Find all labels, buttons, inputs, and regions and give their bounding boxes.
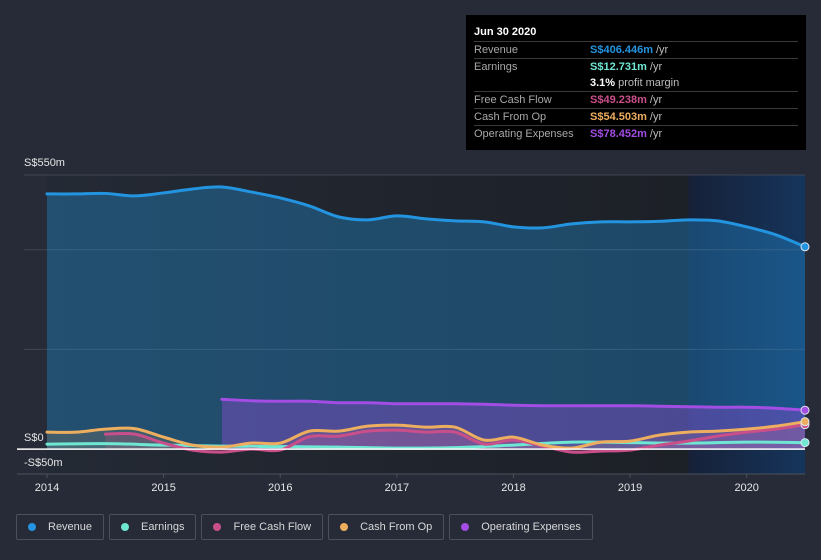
tooltip-row-label: Revenue (474, 44, 519, 56)
cash-from-op-end-point[interactable] (800, 417, 810, 427)
tooltip-date: Jun 30 2020 (474, 26, 537, 38)
tooltip-row-value: S$12.731m (590, 61, 647, 73)
legend-item-revenue[interactable]: Revenue (16, 514, 105, 540)
legend: Revenue Earnings Free Cash Flow Cash From O… (16, 514, 593, 540)
tooltip-row: Revenue S$406.446m/yr (474, 41, 798, 58)
legend-label: Free Cash Flow (233, 521, 312, 533)
legend-item-operating-expenses[interactable]: Operating Expenses (449, 514, 593, 540)
legend-item-free-cash-flow[interactable]: Free Cash Flow (201, 514, 324, 540)
tooltip-row-unit: /yr (656, 44, 669, 56)
tooltip-row-unit: /yr (649, 128, 663, 140)
tooltip-row: 3.1% profit margin (474, 75, 798, 91)
tooltip-row-value: S$49.238m (590, 94, 647, 106)
tooltip-row-value: S$54.503m (590, 111, 647, 123)
tooltip-row: Earnings S$12.731m/yr (474, 58, 798, 75)
x-tick-label-2018: 2018 (501, 482, 525, 494)
x-tick-label-2020: 2020 (734, 482, 758, 494)
legend-dot-icon (28, 523, 36, 531)
tooltip-row-label: Cash From Op (474, 111, 547, 123)
x-tick-label-2015: 2015 (151, 482, 175, 494)
x-tick-label-2017: 2017 (385, 482, 409, 494)
tooltip-row-label: Operating Expenses (474, 128, 574, 140)
tooltip-row-value: 3.1% (590, 77, 616, 89)
tooltip-row-unit: /yr (649, 94, 663, 106)
y-label-zero: S$0 (24, 432, 44, 444)
legend-item-earnings[interactable]: Earnings (109, 514, 197, 540)
legend-label: Earnings (141, 521, 185, 533)
tooltip-row-label: Earnings (474, 61, 518, 73)
legend-dot-icon (461, 523, 470, 531)
legend-label: Revenue (48, 521, 93, 533)
x-tick-label-2014: 2014 (35, 482, 59, 494)
legend-dot-icon (340, 523, 349, 531)
tooltip-row-label (474, 75, 590, 91)
legend-dot-icon (121, 523, 130, 531)
earnings-end-point[interactable] (800, 438, 810, 448)
tooltip-row: Cash From Op S$54.503m/yr (474, 108, 798, 125)
legend-label: Cash From Op (360, 521, 433, 533)
tooltip-row-value: S$78.452m (590, 128, 647, 140)
y-label-top: S$550m (24, 157, 65, 169)
tooltip-row: Free Cash Flow S$49.238m/yr (474, 91, 798, 108)
x-tick-label-2016: 2016 (268, 482, 292, 494)
operating-expenses-end-point[interactable] (800, 405, 810, 415)
x-tick-label-2019: 2019 (618, 482, 642, 494)
tooltip-row-value: S$406.446m (590, 44, 653, 56)
legend-item-cash-from-op[interactable]: Cash From Op (328, 514, 445, 540)
legend-dot-icon (213, 523, 222, 531)
tooltip-row-unit: profit margin (618, 77, 680, 89)
revenue-end-point[interactable] (800, 242, 810, 252)
legend-label: Operating Expenses (481, 521, 581, 533)
tooltip-row-unit: /yr (649, 61, 663, 73)
tooltip-row-unit: /yr (649, 111, 663, 123)
tooltip-row: Operating Expenses S$78.452m/yr (474, 125, 798, 142)
tooltip-panel: Jun 30 2020 Revenue S$406.446m/yr Earnings… (466, 15, 806, 150)
y-label-bottom: -S$50m (24, 457, 63, 469)
tooltip-row-label: Free Cash Flow (474, 94, 552, 106)
